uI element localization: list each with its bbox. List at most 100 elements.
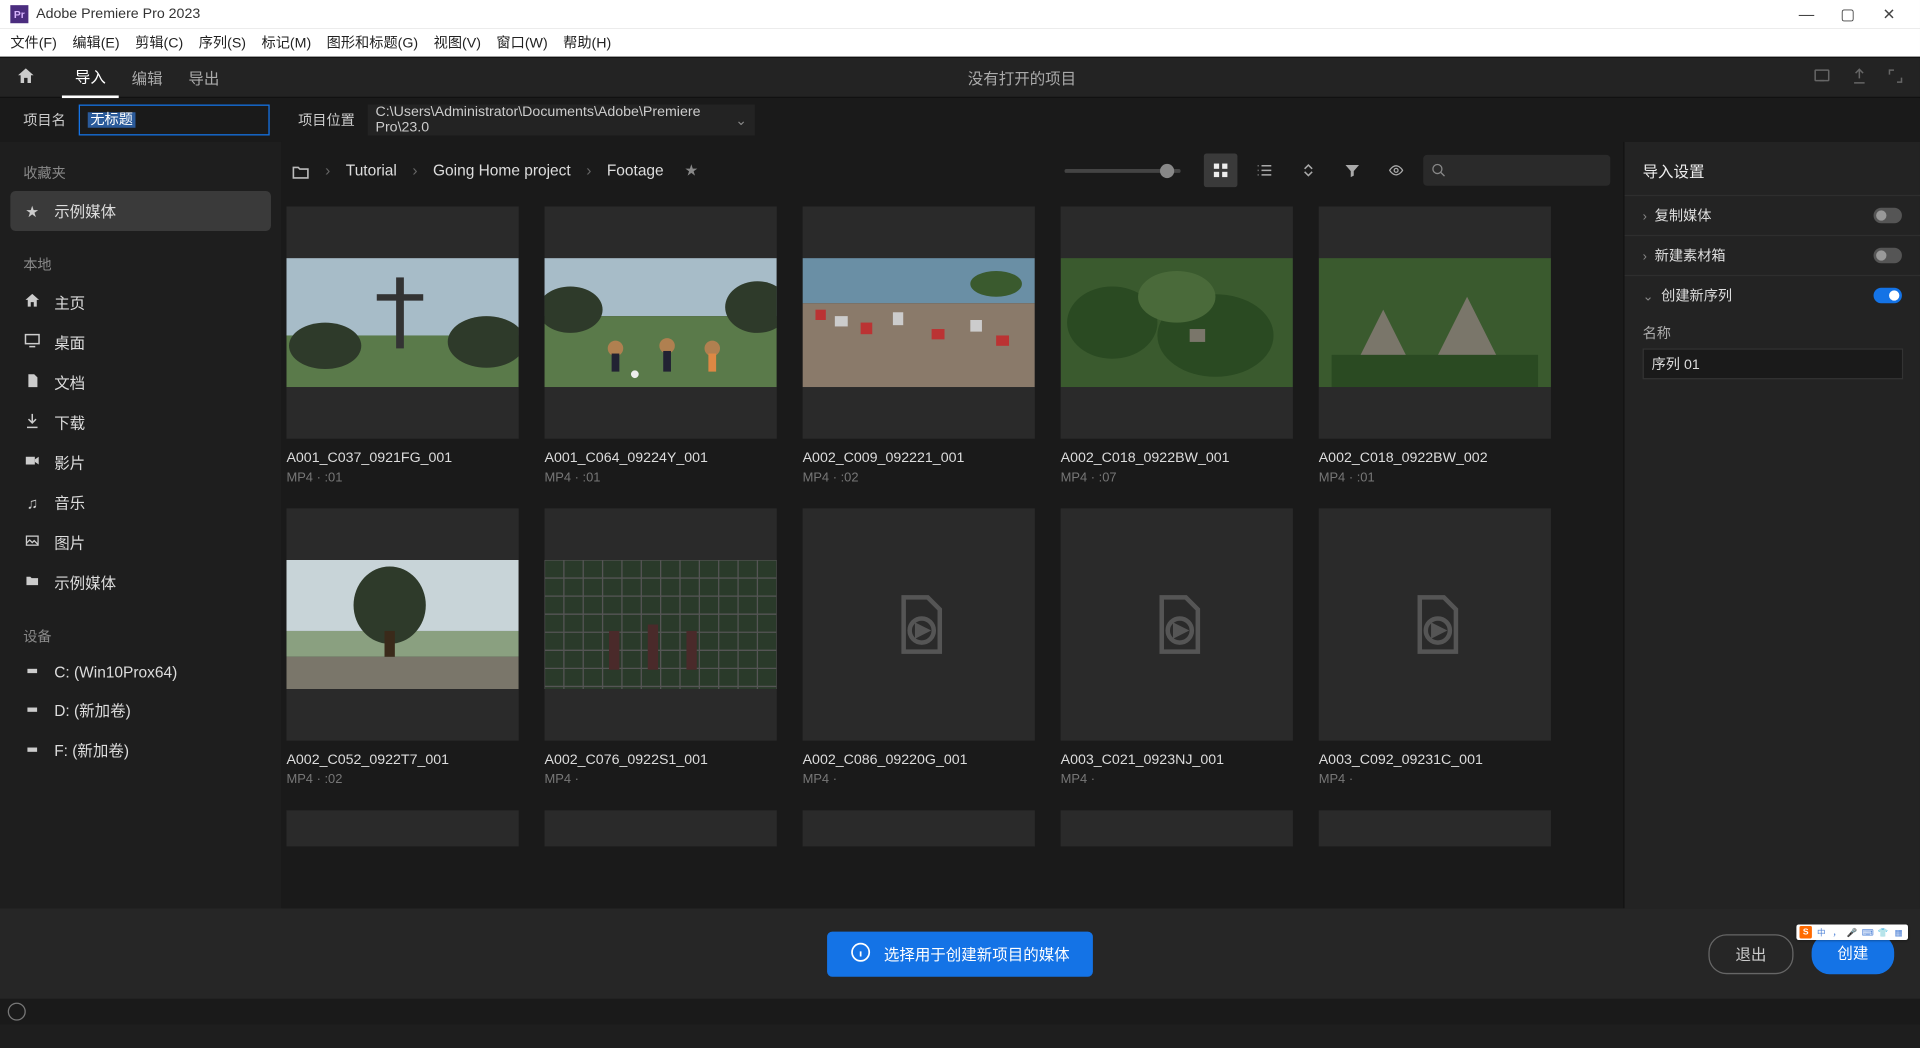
- menu-graphics[interactable]: 图形和标题(G): [327, 32, 418, 53]
- media-thumbnail: [545, 508, 777, 740]
- media-tile[interactable]: A001_C037_0921FG_001 MP4 · :01: [286, 206, 518, 485]
- media-tile[interactable]: A002_C076_0922S1_001 MP4 ·: [545, 508, 777, 787]
- sidebar-item-sample-media[interactable]: ★ 示例媒体: [10, 191, 271, 231]
- sidebar-item-drive-c[interactable]: C: (Win10Prox64): [0, 654, 281, 690]
- home-icon[interactable]: [15, 65, 38, 90]
- setting-new-bin[interactable]: ›新建素材箱: [1625, 235, 1920, 275]
- media-name: A002_C076_0922S1_001: [545, 752, 777, 767]
- media-thumbnail: [1319, 206, 1551, 438]
- maximize-button[interactable]: ▢: [1827, 3, 1868, 26]
- media-tile[interactable]: A001_C064_09224Y_001 MP4 · :01: [545, 206, 777, 485]
- minimize-button[interactable]: —: [1786, 3, 1827, 26]
- sidebar-item-label: F: (新加卷): [54, 739, 129, 761]
- app-title: Adobe Premiere Pro 2023: [36, 6, 200, 21]
- star-icon[interactable]: ★: [684, 161, 698, 179]
- chevron-right-icon: ›: [581, 161, 596, 179]
- media-tile[interactable]: [545, 810, 777, 846]
- menu-clip[interactable]: 剪辑(C): [135, 32, 183, 53]
- quick-export-icon[interactable]: [1812, 66, 1833, 88]
- filter-button[interactable]: [1335, 154, 1369, 188]
- media-thumbnail: [1061, 508, 1293, 740]
- thumbnail-size-slider[interactable]: [1065, 168, 1181, 172]
- chevron-down-icon: ⌄: [1643, 290, 1654, 304]
- sidebar-item-desktop[interactable]: 桌面: [0, 323, 281, 363]
- sidebar-item-pictures[interactable]: 图片: [0, 523, 281, 563]
- sidebar-item-documents[interactable]: 文档: [0, 363, 281, 403]
- exit-button[interactable]: 退出: [1708, 934, 1793, 974]
- search-input[interactable]: [1423, 155, 1610, 186]
- project-status: 没有打开的项目: [232, 66, 1811, 88]
- ime-lang-icon[interactable]: 中: [1815, 926, 1827, 938]
- preview-button[interactable]: [1379, 154, 1413, 188]
- breadcrumb-tutorial[interactable]: Tutorial: [346, 161, 397, 179]
- media-meta: MP4 · :01: [286, 471, 518, 485]
- media-tile[interactable]: A002_C018_0922BW_001 MP4 · :07: [1061, 206, 1293, 485]
- ime-keyboard-icon[interactable]: ⌨: [1862, 926, 1874, 938]
- sidebar-item-downloads[interactable]: 下载: [0, 403, 281, 443]
- sort-button[interactable]: [1292, 154, 1326, 188]
- project-row: 项目名 无标题 项目位置 C:\Users\Administrator\Docu…: [0, 98, 1920, 142]
- media-name: A001_C037_0921FG_001: [286, 450, 518, 465]
- folder-icon[interactable]: [289, 162, 310, 179]
- toggle-new-bin[interactable]: [1874, 248, 1902, 263]
- toggle-copy-media[interactable]: [1874, 208, 1902, 223]
- info-icon: [850, 941, 871, 966]
- ime-skin-icon[interactable]: 👕: [1877, 926, 1889, 938]
- media-tile[interactable]: [1319, 810, 1551, 846]
- media-tile[interactable]: A002_C052_0922T7_001 MP4 · :02: [286, 508, 518, 787]
- menu-help[interactable]: 帮助(H): [563, 32, 611, 53]
- media-tile[interactable]: A002_C009_092221_001 MP4 · :02: [803, 206, 1035, 485]
- fullscreen-icon[interactable]: [1886, 66, 1904, 88]
- toggle-create-sequence[interactable]: [1874, 288, 1902, 303]
- menu-sequence[interactable]: 序列(S): [199, 32, 246, 53]
- media-meta: MP4 · :02: [286, 773, 518, 787]
- media-name: A002_C018_0922BW_002: [1319, 450, 1551, 465]
- setting-create-sequence[interactable]: ⌄创建新序列: [1625, 275, 1920, 315]
- browser-toolbar: › Tutorial › Going Home project › Footag…: [281, 142, 1623, 191]
- list-view-button[interactable]: [1248, 154, 1282, 188]
- creative-cloud-icon[interactable]: [8, 1003, 26, 1021]
- media-tile[interactable]: [286, 810, 518, 846]
- tab-export[interactable]: 导出: [176, 59, 233, 96]
- sidebar-section-favorites: 收藏夹: [0, 155, 281, 191]
- menu-marker[interactable]: 标记(M): [262, 32, 312, 53]
- media-tile[interactable]: [803, 810, 1035, 846]
- media-tile[interactable]: A003_C021_0923NJ_001 MP4 ·: [1061, 508, 1293, 787]
- media-tile[interactable]: A003_C092_09231C_001 MP4 ·: [1319, 508, 1551, 787]
- close-button[interactable]: ✕: [1868, 3, 1909, 26]
- ime-punct-icon[interactable]: ，: [1831, 926, 1843, 938]
- media-tile[interactable]: A002_C086_09220G_001 MP4 ·: [803, 508, 1035, 787]
- tab-import[interactable]: 导入: [62, 57, 119, 97]
- project-location-dropdown[interactable]: C:\Users\Administrator\Documents\Adobe\P…: [368, 105, 755, 136]
- media-tile[interactable]: [1061, 810, 1293, 846]
- chevron-right-icon: ›: [1643, 250, 1647, 264]
- project-name-label: 项目名: [23, 110, 66, 131]
- sidebar-item-music[interactable]: ♫音乐: [0, 483, 281, 523]
- menu-file[interactable]: 文件(F): [10, 32, 57, 53]
- ime-tools-icon[interactable]: ▦: [1893, 926, 1905, 938]
- chevron-right-icon: ›: [1643, 210, 1647, 224]
- tab-edit[interactable]: 编辑: [119, 59, 176, 96]
- sidebar-item-movies[interactable]: 影片: [0, 443, 281, 483]
- share-icon[interactable]: [1850, 66, 1868, 88]
- drive-icon: [23, 741, 41, 759]
- sidebar-item-home[interactable]: 主页: [0, 283, 281, 323]
- breadcrumb-footage[interactable]: Footage: [607, 161, 664, 179]
- sidebar-item-drive-f[interactable]: F: (新加卷): [0, 730, 281, 770]
- media-name: A001_C064_09224Y_001: [545, 450, 777, 465]
- menu-view[interactable]: 视图(V): [434, 32, 481, 53]
- ime-toolbar[interactable]: S 中 ， 🎤 ⌨ 👕 ▦: [1796, 925, 1908, 941]
- menu-edit[interactable]: 编辑(E): [72, 32, 119, 53]
- sidebar-item-sample-media-2[interactable]: 示例媒体: [0, 563, 281, 603]
- menu-window[interactable]: 窗口(W): [496, 32, 547, 53]
- project-name-input[interactable]: 无标题: [79, 105, 270, 136]
- media-tile[interactable]: A002_C018_0922BW_002 MP4 · :01: [1319, 206, 1551, 485]
- sidebar-item-drive-d[interactable]: D: (新加卷): [0, 690, 281, 730]
- setting-copy-media[interactable]: ›复制媒体: [1625, 195, 1920, 235]
- sequence-name-input[interactable]: [1643, 348, 1904, 379]
- download-icon: [23, 412, 41, 434]
- breadcrumb-project[interactable]: Going Home project: [433, 161, 571, 179]
- ime-mic-icon[interactable]: 🎤: [1846, 926, 1858, 938]
- grid-view-button[interactable]: [1204, 154, 1238, 188]
- media-meta: MP4 · :01: [545, 471, 777, 485]
